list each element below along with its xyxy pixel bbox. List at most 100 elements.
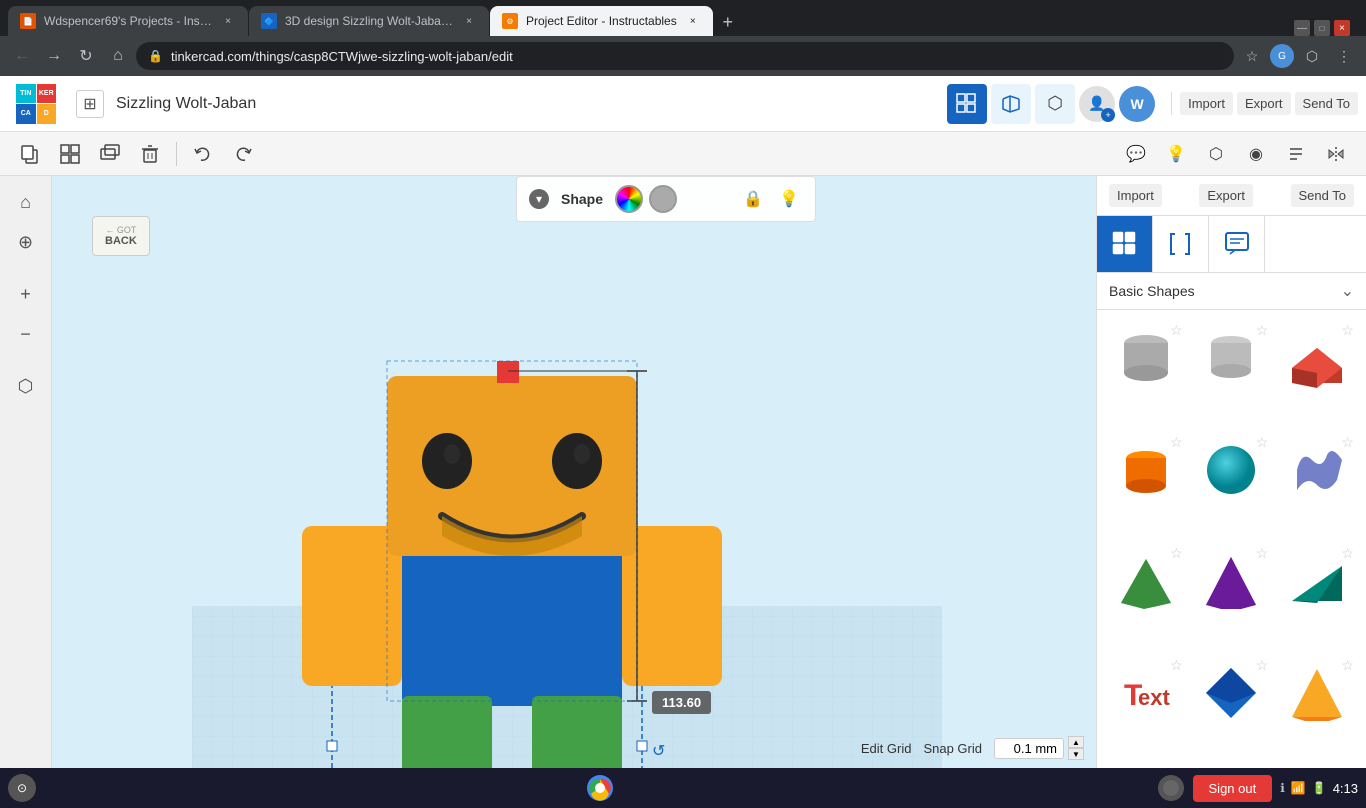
zoom-in-button[interactable]: + [8,276,44,312]
shape-item-text-red[interactable]: T ext ☆ [1105,653,1187,761]
tab-2[interactable]: 🔷 3D design Sizzling Wolt-Jaban ... × [249,6,489,36]
shape-item-pyramid-green[interactable]: ☆ [1105,541,1187,649]
shape-diamond-blue-svg [1201,663,1261,723]
snap-input[interactable]: 0.1 mm [994,738,1064,759]
rs-tab-grid[interactable] [1097,216,1153,272]
export-button[interactable]: Export [1237,92,1291,115]
tab-1-close[interactable]: × [220,13,236,29]
comment-button[interactable]: 💬 [1118,136,1154,172]
chrome-icon[interactable] [586,774,614,802]
rs-tab-bracket[interactable] [1153,216,1209,272]
shape-item-diamond-blue[interactable]: ☆ [1191,653,1273,761]
right-sidebar: Import Export Send To [1096,176,1366,768]
grid-view-button[interactable]: ⊞ [76,90,104,118]
menu-button[interactable]: ⋮ [1330,42,1358,70]
shape-button[interactable]: ⬡ [1198,136,1234,172]
shape-selector[interactable]: Basic Shapes ⌄ [1097,273,1366,310]
mirror-button[interactable] [1318,136,1354,172]
shape-item-pyramid-purple[interactable]: ☆ [1191,541,1273,649]
import-button[interactable]: Import [1109,184,1162,207]
zoom-out-button[interactable]: − [8,316,44,352]
home-button[interactable]: ⌂ [8,184,44,220]
ungroup-button[interactable] [92,136,128,172]
shape-item-cylinder-orange[interactable]: ☆ [1105,430,1187,538]
color-multicolor[interactable] [615,185,643,213]
refresh-button[interactable]: ↻ [72,42,100,70]
fit-button[interactable]: ⊕ [8,224,44,260]
ungroup-icon [100,144,120,164]
copy-button[interactable] [12,136,48,172]
view-tools: 💬 💡 ⬡ ◉ [1118,136,1354,172]
tab-3-close[interactable]: × [685,13,701,29]
taskbar: ⊙ Sign out ℹ 📶 🔋 4:13 [0,768,1366,808]
edit-grid-label[interactable]: Edit Grid [861,741,912,756]
delete-button[interactable] [132,136,168,172]
bracket-icon [1167,230,1195,258]
sendto-button[interactable]: Send To [1295,92,1358,115]
taskbar-circle[interactable]: ⊙ [8,774,36,802]
shape-item-squiggle-blue[interactable]: ☆ [1276,430,1358,538]
battery-icon: 🔋 [1312,781,1327,795]
lock-icon[interactable]: 🔒 [739,185,767,213]
shape-text-red-svg: T ext [1116,663,1176,723]
star-icon: ☆ [1256,657,1269,674]
shape-pyramid-purple-svg [1201,551,1261,611]
shape-selector-label: Basic Shapes [1109,283,1195,299]
profile-button[interactable]: G [1270,44,1294,68]
svg-text:ext: ext [1138,685,1170,710]
redo-button[interactable] [225,136,261,172]
forward-button[interactable]: → [40,42,68,70]
align-button[interactable] [1278,136,1314,172]
maximize-button[interactable]: □ [1314,20,1330,36]
grid-3d-icon [956,93,978,115]
close-button[interactable]: × [1334,20,1350,36]
bookmark-button[interactable]: ☆ [1238,42,1266,70]
tab-1[interactable]: 📄 Wdspencer69's Projects - Instru... × [8,6,248,36]
shape-sphere-teal-svg [1201,440,1261,500]
view-3d-button[interactable] [947,84,987,124]
tab-1-title: Wdspencer69's Projects - Instru... [44,14,212,28]
snap-stepper: ▲ ▼ [1068,736,1084,760]
url-text: tinkercad.com/things/casp8CTWjwe-sizzlin… [171,49,513,64]
tab-2-close[interactable]: × [461,13,477,29]
rs-tab-chat[interactable] [1209,216,1265,272]
sendto-button[interactable]: Send To [1291,184,1354,207]
undo-button[interactable] [185,136,221,172]
home-button[interactable]: ⌂ [104,42,132,70]
shape-item-pyramid-yellow[interactable]: ☆ [1276,653,1358,761]
shape-item-cylinder-gray[interactable]: ☆ [1105,318,1187,426]
solid-button[interactable]: ◉ [1238,136,1274,172]
export-button[interactable]: Export [1199,184,1253,207]
minimize-button[interactable]: — [1294,20,1310,36]
tab-3[interactable]: ⚙ Project Editor - Instructables × [490,6,713,36]
group-button[interactable] [52,136,88,172]
color-hole[interactable] [649,185,677,213]
shape-item-sphere-teal[interactable]: ☆ [1191,430,1273,538]
codeblocks-button[interactable] [991,84,1031,124]
snap-decrement[interactable]: ▼ [1068,748,1084,760]
back-button[interactable]: ← [8,42,36,70]
system-tray [1157,774,1185,802]
shape-panel-dropdown[interactable]: ▾ [529,189,549,209]
align-icon [1287,145,1305,163]
lock-icon: 🔒 [148,49,163,63]
sign-out-button[interactable]: Sign out [1193,775,1273,802]
visibility-icon[interactable]: 💡 [775,185,803,213]
sim-button[interactable]: ⬡ [1035,84,1075,124]
extensions-button[interactable]: ⬡ [1298,42,1326,70]
add-user-container: 👤 + [1079,86,1115,122]
light-button[interactable]: 💡 [1158,136,1194,172]
shape-item-box-red[interactable]: ☆ [1276,318,1358,426]
perspective-button[interactable]: ⬡ [8,368,44,404]
new-tab-button[interactable]: + [714,8,742,36]
shape-item-cylinder-gray2[interactable]: ☆ [1191,318,1273,426]
taskbar-right: Sign out ℹ 📶 🔋 4:13 [1157,774,1358,802]
user-avatar[interactable]: W [1119,86,1155,122]
snap-increment[interactable]: ▲ [1068,736,1084,748]
import-button[interactable]: Import [1180,92,1233,115]
shape-item-wedge-teal[interactable]: ☆ [1276,541,1358,649]
address-bar[interactable]: 🔒 tinkercad.com/things/casp8CTWjwe-sizzl… [136,42,1234,70]
shape-pyramid-green-svg [1116,551,1176,611]
actionbar: 💬 💡 ⬡ ◉ [0,132,1366,176]
star-icon: ☆ [1341,545,1354,562]
